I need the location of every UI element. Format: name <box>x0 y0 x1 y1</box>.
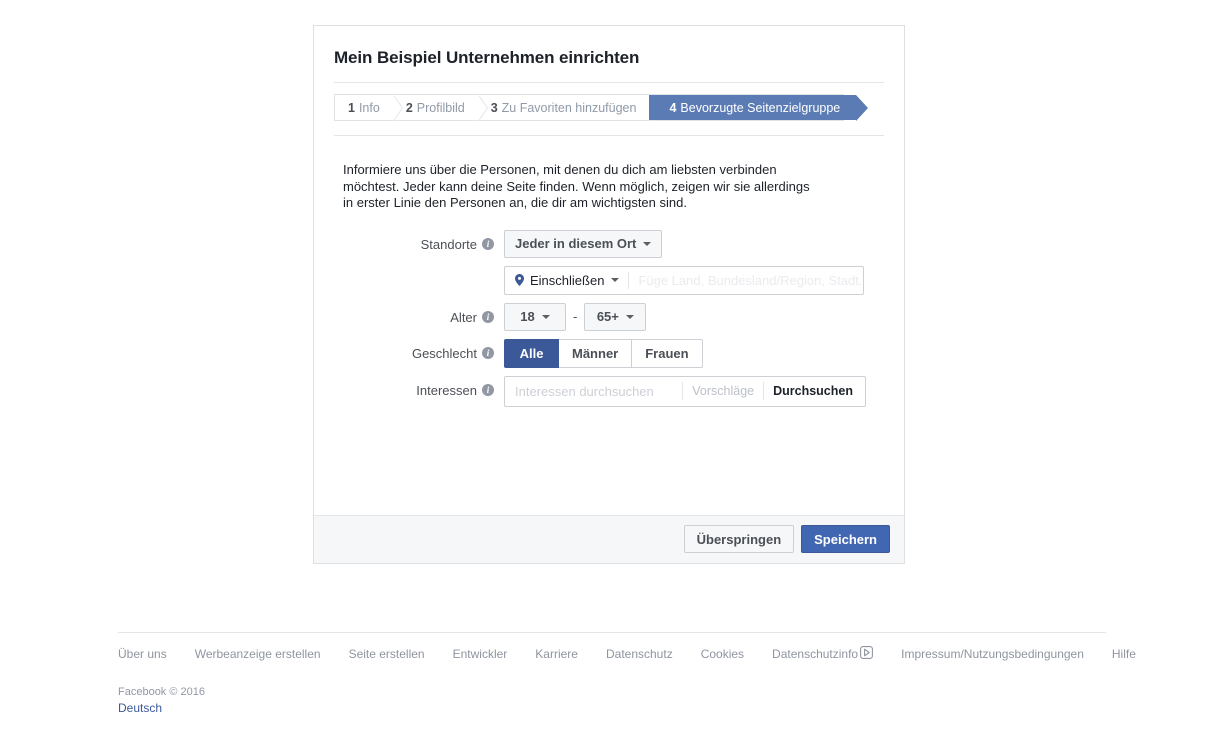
adchoices-icon <box>860 646 874 662</box>
step-1-label: Info <box>358 100 380 115</box>
gender-option-women[interactable]: Frauen <box>632 338 703 368</box>
form-bottom-spacer <box>314 415 904 515</box>
footer-link-create-page[interactable]: Seite erstellen <box>349 647 425 661</box>
location-scope-value: Jeder in diesem Ort <box>515 236 637 251</box>
map-pin-icon <box>515 274 524 286</box>
locations-label: Standorte <box>420 236 477 252</box>
info-icon[interactable]: i <box>482 311 494 323</box>
intro-text: Informiere uns über die Personen, mit de… <box>343 162 810 210</box>
interests-tab-search[interactable]: Durchsuchen <box>764 384 865 398</box>
page-footer: Über uns Werbeanzeige erstellen Seite er… <box>118 632 1136 715</box>
interests-tab-suggestions[interactable]: Vorschläge <box>683 384 763 398</box>
footer-link-careers[interactable]: Karriere <box>535 647 578 661</box>
step-3-number: 3 <box>490 100 498 115</box>
interests-search-box[interactable]: Interessen durchsuchen Vorschläge Durchs… <box>504 375 866 407</box>
step-4-label: Bevorzugte Seitenzielgruppe <box>680 100 841 115</box>
step-1-number: 1 <box>348 100 355 115</box>
age-max-select[interactable]: 65+ <box>584 302 647 331</box>
gender-option-men[interactable]: Männer <box>559 338 633 368</box>
step-2-label: Profilbild <box>416 100 465 115</box>
footer-link-about[interactable]: Über uns <box>118 647 167 661</box>
skip-button[interactable]: Überspringen <box>683 525 795 553</box>
include-exclude-dropdown[interactable]: Einschließen <box>505 267 628 294</box>
info-icon[interactable]: i <box>482 238 494 250</box>
chevron-down-icon <box>625 314 634 319</box>
step-4-number: 4 <box>669 100 677 115</box>
step-nav-wrapper: 1 Info 2 Profilbild 3 Zu Favoriten hinzu… <box>314 83 904 121</box>
step-3-label: Zu Favoriten hinzufügen <box>501 100 637 115</box>
gender-label-group: Geschlecht i <box>314 339 504 361</box>
row-interests: Interessen i Interessen durchsuchen Vors… <box>314 375 904 407</box>
footer-link-terms[interactable]: Impressum/Nutzungsbedingungen <box>901 647 1084 661</box>
footer-link-help[interactable]: Hilfe <box>1112 647 1136 661</box>
footer-links: Über uns Werbeanzeige erstellen Seite er… <box>118 646 1136 662</box>
include-label: Einschließen <box>530 272 605 288</box>
step-2-profilbild[interactable]: 2 Profilbild <box>392 95 488 121</box>
footer-link-cookies[interactable]: Cookies <box>701 647 744 661</box>
age-range-separator: - <box>573 309 578 324</box>
interests-label: Interessen <box>416 382 477 398</box>
age-controls: 18 - 65+ <box>504 302 647 331</box>
row-gender: Geschlecht i Alle Männer Frauen <box>314 338 904 368</box>
copyright-text: Facebook © 2016 <box>118 686 205 698</box>
targeting-form: Standorte i Jeder in diesem Ort Einschli… <box>314 212 904 515</box>
footer-link-developers[interactable]: Entwickler <box>453 647 508 661</box>
row-location-input: Einschließen Füge Land, Bundesland/Regio… <box>314 265 904 295</box>
save-button[interactable]: Speichern <box>801 525 890 553</box>
setup-card: Mein Beispiel Unternehmen einrichten 1 I… <box>313 25 905 564</box>
location-input-spacer <box>314 266 504 273</box>
info-icon[interactable]: i <box>482 384 494 396</box>
info-icon[interactable]: i <box>482 347 494 359</box>
age-label: Alter <box>450 309 477 325</box>
interests-search-input[interactable]: Interessen durchsuchen <box>505 384 682 399</box>
age-max-value: 65+ <box>596 309 619 324</box>
footer-link-privacy[interactable]: Datenschutz <box>606 647 673 661</box>
locations-label-group: Standorte i <box>314 230 504 252</box>
footer-link-adchoices[interactable]: Datenschutzinfo <box>772 646 874 662</box>
step-1-info[interactable]: 1 Info <box>335 95 403 121</box>
step-4-zielgruppe[interactable]: 4 Bevorzugte Seitenzielgruppe <box>649 95 869 121</box>
language-link[interactable]: Deutsch <box>118 701 1106 715</box>
gender-option-all[interactable]: Alle <box>504 338 559 368</box>
step-2-number: 2 <box>405 100 413 115</box>
footer-divider <box>118 632 1106 633</box>
row-locations: Standorte i Jeder in diesem Ort <box>314 229 904 258</box>
footer-link-create-ad[interactable]: Werbeanzeige erstellen <box>195 647 321 661</box>
age-label-group: Alter i <box>314 303 504 325</box>
step-3-favoriten[interactable]: 3 Zu Favoriten hinzufügen <box>477 95 660 121</box>
chevron-down-icon <box>611 278 620 282</box>
interests-label-group: Interessen i <box>314 376 504 398</box>
location-input-box[interactable]: Einschließen Füge Land, Bundesland/Regio… <box>504 265 864 295</box>
chevron-down-icon <box>541 314 550 319</box>
locations-controls: Jeder in diesem Ort <box>504 229 663 258</box>
row-age: Alter i 18 - 65+ <box>314 302 904 331</box>
age-min-value: 18 <box>520 309 535 324</box>
gender-label: Geschlecht <box>411 345 477 361</box>
place-search-input[interactable]: Füge Land, Bundesland/Region, Stadt.. <box>629 273 863 288</box>
step-nav: 1 Info 2 Profilbild 3 Zu Favoriten hinzu… <box>334 94 869 121</box>
gender-toggle-group: Alle Männer Frauen <box>504 338 703 368</box>
location-scope-dropdown[interactable]: Jeder in diesem Ort <box>504 229 663 258</box>
adchoices-label: Datenschutzinfo <box>772 647 859 661</box>
card-footer: Überspringen Speichern <box>314 514 904 563</box>
age-min-select[interactable]: 18 <box>504 302 566 331</box>
page-title: Mein Beispiel Unternehmen einrichten <box>334 48 640 67</box>
chevron-down-icon <box>643 241 652 246</box>
